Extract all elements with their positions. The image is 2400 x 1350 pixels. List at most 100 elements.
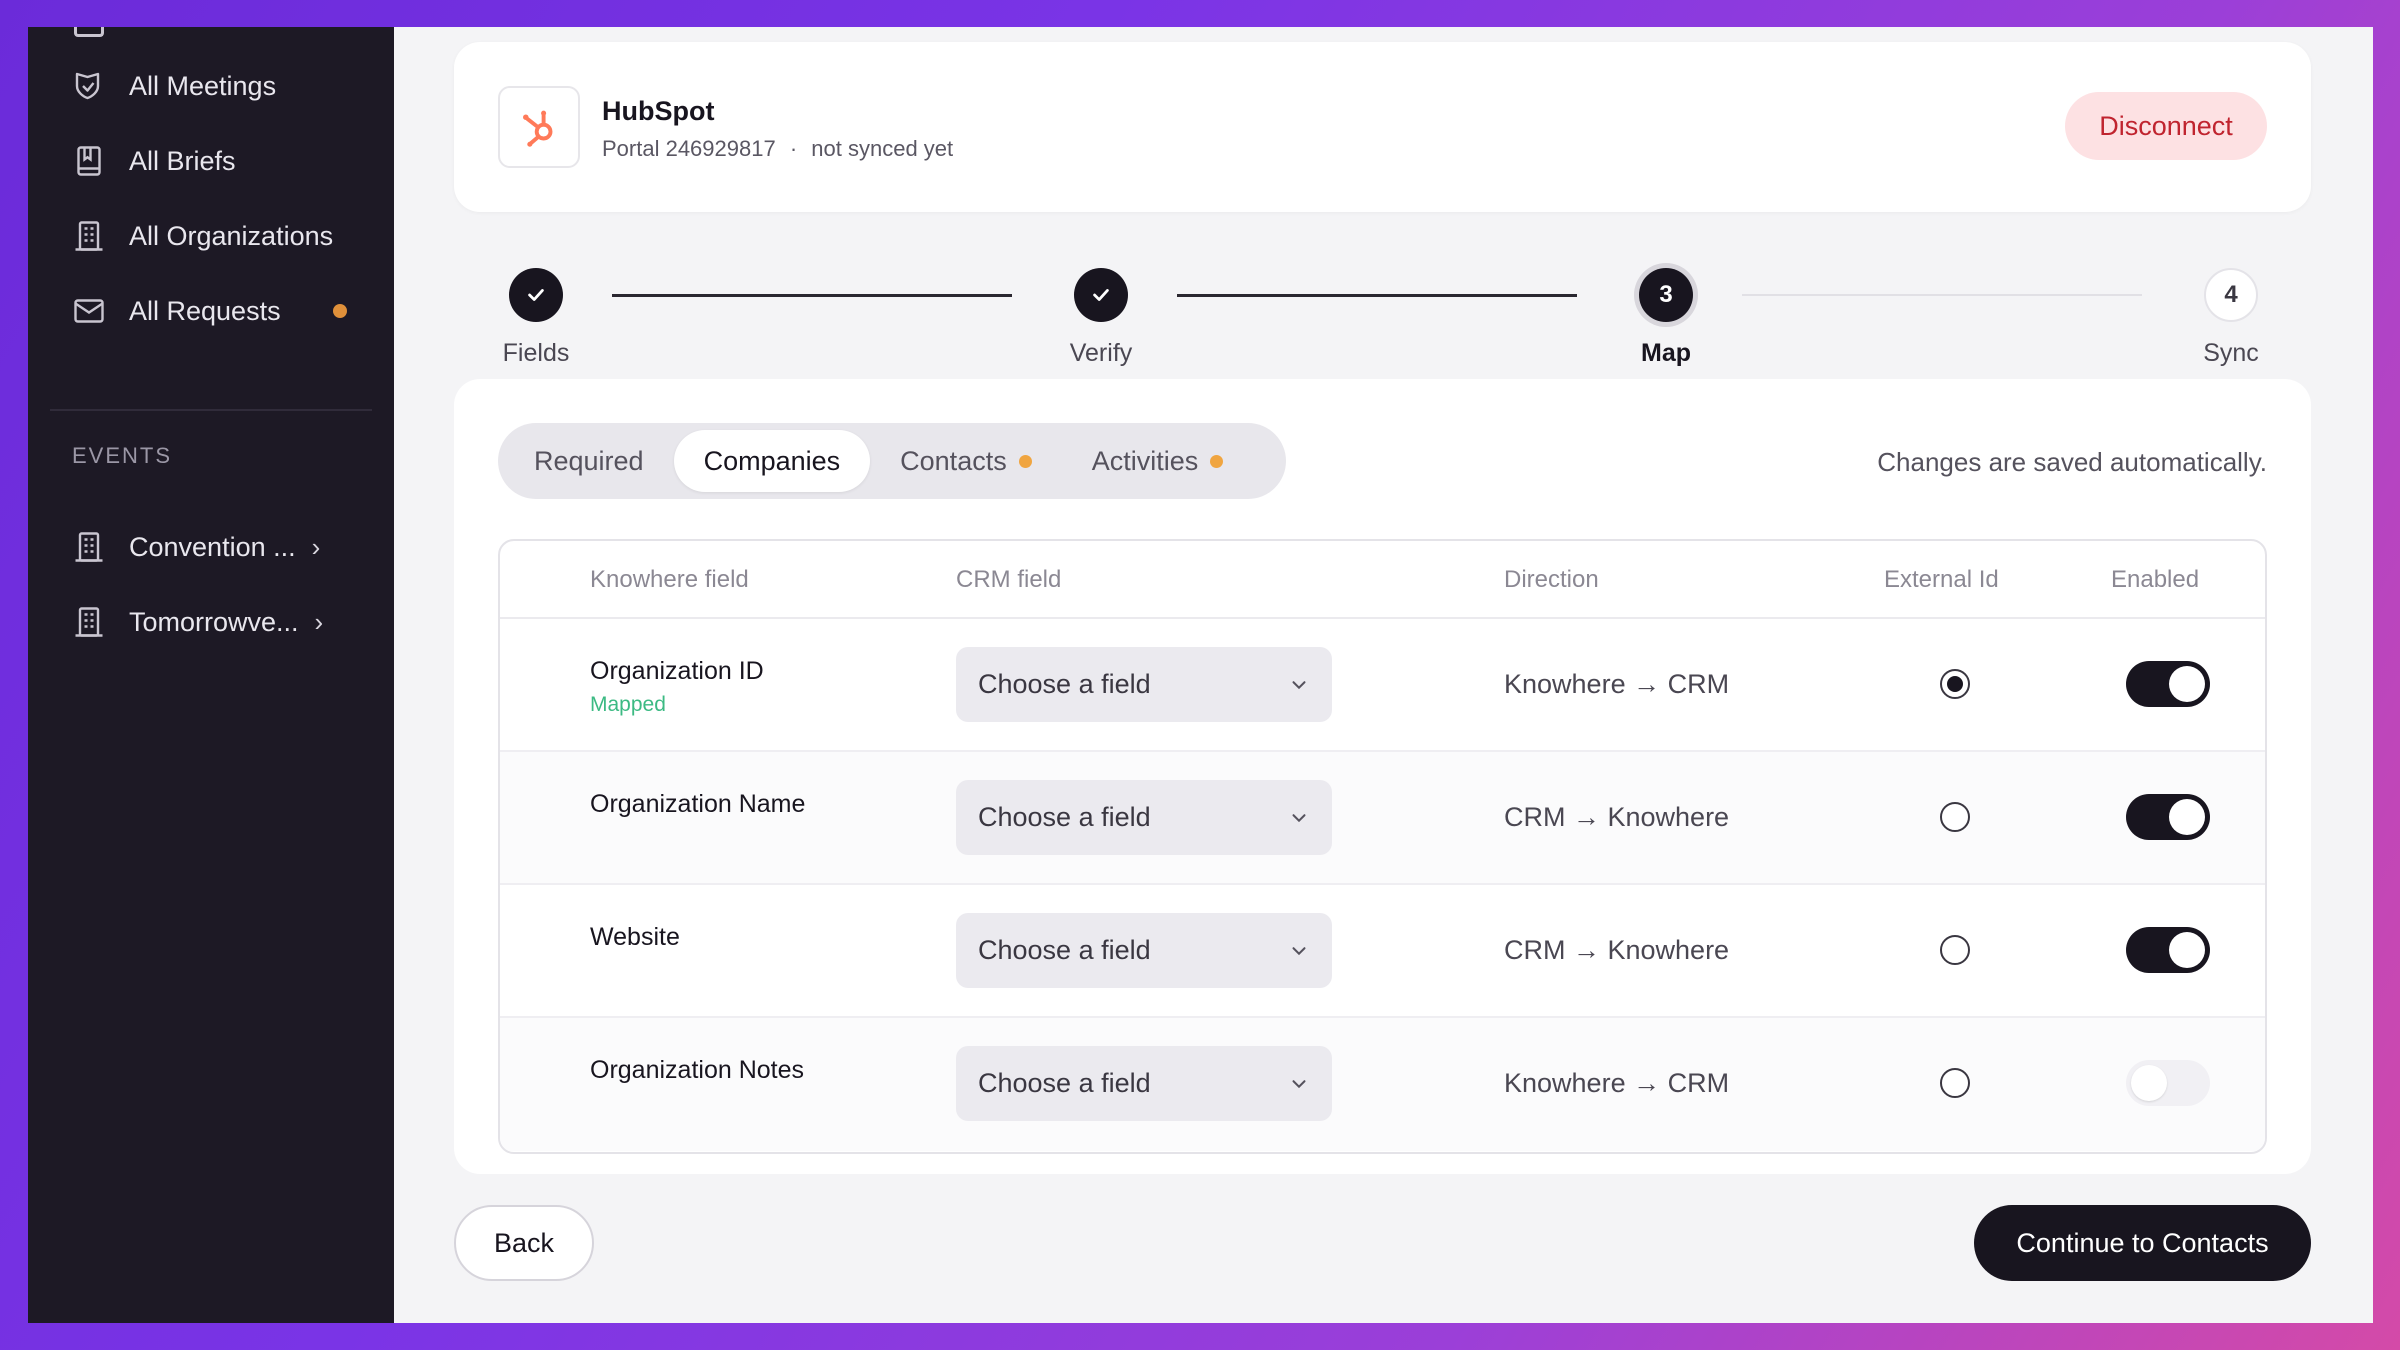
- step-map-number[interactable]: 3: [1639, 268, 1693, 322]
- integration-card: HubSpot Portal 246929817 · not synced ye…: [454, 42, 2311, 212]
- external-id-radio[interactable]: [1940, 669, 1970, 699]
- sidebar-item-label: Tomorrowve...: [129, 606, 299, 637]
- table-row: Organization ID Mapped Choose a field Kn…: [500, 619, 2265, 752]
- sidebar-item-label: All Organizations: [129, 220, 334, 251]
- table-row: Website Choose a field CRM → Knowhere: [500, 885, 2265, 1018]
- step-map-label: Map: [1641, 339, 1691, 367]
- table-row: Organization Notes Choose a field Knowhe…: [500, 1018, 2265, 1151]
- external-id-radio[interactable]: [1940, 935, 1970, 965]
- step-verify-check-icon[interactable]: [1074, 268, 1128, 322]
- tab-companies[interactable]: Companies: [673, 430, 871, 492]
- header-external-id: External Id: [1884, 566, 1999, 593]
- tab-label: Required: [534, 445, 644, 476]
- sync-direction: CRM → Knowhere: [1504, 802, 1730, 832]
- pending-dot: [1210, 454, 1224, 468]
- sidebar-item-label: Convention ...: [129, 531, 296, 562]
- chevron-right-icon: ›: [314, 606, 324, 637]
- sidebar-item-all-requests[interactable]: All Requests: [71, 281, 381, 341]
- header-knowhere-field: Knowhere field: [590, 566, 749, 593]
- tab-label: Activities: [1091, 445, 1199, 476]
- notification-dot: [333, 304, 347, 318]
- mapped-badge: Mapped: [590, 693, 666, 716]
- step-verify-label: Verify: [1069, 339, 1133, 367]
- select-placeholder: Choose a field: [978, 935, 1151, 965]
- field-mapping-card: Required Companies Contacts Activities C…: [454, 379, 2311, 1174]
- knowhere-field-name: Website: [590, 923, 680, 951]
- header-crm-field: CRM field: [956, 566, 1062, 593]
- table-row: Organization Name Choose a field CRM → K…: [500, 752, 2265, 885]
- table-header: Knowhere field CRM field Direction Exter…: [500, 541, 2265, 619]
- progress-stepper: Fields Verify 3 Map 4 Sync: [454, 237, 2311, 367]
- select-placeholder: Choose a field: [978, 1068, 1151, 1098]
- mapping-table: Knowhere field CRM field Direction Exter…: [498, 539, 2267, 1154]
- step-fields-check-icon[interactable]: [509, 268, 563, 322]
- header-enabled: Enabled: [2111, 566, 2200, 593]
- sidebar-item-event-tomorrowverse[interactable]: Tomorrowve... ›: [71, 592, 381, 652]
- tab-required[interactable]: Required: [504, 430, 674, 492]
- sync-status: not synced yet: [811, 136, 954, 161]
- chevron-down-icon: [1292, 813, 1306, 822]
- hubspot-logo: [498, 86, 580, 168]
- handshake-icon: [75, 72, 100, 100]
- enabled-toggle[interactable]: [2126, 1060, 2210, 1106]
- sidebar-item-label: All Briefs: [129, 145, 236, 176]
- step-connector: [1177, 294, 1577, 297]
- step-sync-label: Sync: [2203, 339, 2259, 367]
- book-icon: [77, 146, 101, 176]
- meta-separator: ·: [789, 136, 798, 161]
- building-icon: [75, 221, 103, 251]
- step-connector: [612, 294, 1012, 297]
- crm-field-select[interactable]: Choose a field: [956, 780, 1332, 855]
- portal-id: Portal 246929817: [602, 136, 776, 161]
- enabled-toggle[interactable]: [2126, 661, 2210, 707]
- continue-to-contacts-button[interactable]: Continue to Contacts: [1974, 1205, 2311, 1281]
- integration-name: HubSpot: [602, 96, 715, 126]
- select-placeholder: Choose a field: [978, 802, 1151, 832]
- sync-direction: CRM → Knowhere: [1504, 935, 1730, 965]
- sidebar-item-all-meetings[interactable]: All Meetings: [71, 56, 381, 116]
- step-connector: [1742, 294, 2142, 296]
- sidebar-item-label: All Requests: [129, 295, 281, 326]
- autosave-note: Changes are saved automatically.: [1877, 447, 2267, 477]
- knowhere-field-name: Organization Notes: [590, 1056, 805, 1084]
- tab-contacts[interactable]: Contacts: [870, 430, 1062, 492]
- enabled-toggle[interactable]: [2126, 927, 2210, 973]
- partial-nav-icon: [74, 27, 104, 37]
- sidebar: All Meetings All Briefs All Organization…: [28, 27, 394, 1323]
- step-fields-label: Fields: [502, 339, 570, 367]
- enabled-toggle[interactable]: [2126, 794, 2210, 840]
- sync-direction: Knowhere → CRM: [1504, 1068, 1730, 1098]
- sync-direction: Knowhere → CRM: [1504, 669, 1730, 699]
- crm-field-select[interactable]: Choose a field: [956, 1046, 1332, 1121]
- sidebar-item-event-convention[interactable]: Convention ... ›: [71, 517, 381, 577]
- external-id-radio[interactable]: [1940, 802, 1970, 832]
- building-icon: [75, 607, 103, 637]
- crm-field-select[interactable]: Choose a field: [956, 913, 1332, 988]
- crm-field-select[interactable]: Choose a field: [956, 647, 1332, 722]
- hubspot-icon: [523, 110, 553, 147]
- header-direction: Direction: [1504, 566, 1599, 593]
- chevron-right-icon: ›: [311, 531, 321, 562]
- mapping-tabs: Required Companies Contacts Activities: [498, 423, 1286, 499]
- chevron-down-icon: [1292, 946, 1306, 955]
- app-window: All Meetings All Briefs All Organization…: [28, 27, 2373, 1323]
- back-button[interactable]: Back: [454, 1205, 594, 1281]
- disconnect-button[interactable]: Disconnect: [2065, 92, 2267, 160]
- sidebar-item-all-organizations[interactable]: All Organizations: [71, 206, 381, 266]
- select-placeholder: Choose a field: [978, 669, 1151, 699]
- sidebar-divider: [50, 409, 372, 411]
- events-section-label: EVENTS: [72, 443, 173, 468]
- sidebar-item-label: All Meetings: [129, 70, 277, 101]
- knowhere-field-name: Organization ID: [590, 657, 764, 685]
- chevron-down-icon: [1292, 680, 1306, 689]
- knowhere-field-name: Organization Name: [590, 790, 806, 818]
- chevron-down-icon: [1292, 1079, 1306, 1088]
- sidebar-item-all-briefs[interactable]: All Briefs: [71, 131, 381, 191]
- tab-activities[interactable]: Activities: [1062, 430, 1254, 492]
- step-sync-number[interactable]: 4: [2204, 268, 2258, 322]
- external-id-radio[interactable]: [1940, 1068, 1970, 1098]
- tab-label: Companies: [703, 445, 841, 476]
- pending-dot: [1018, 454, 1032, 468]
- building-icon: [75, 532, 103, 562]
- tab-label: Contacts: [900, 445, 1007, 476]
